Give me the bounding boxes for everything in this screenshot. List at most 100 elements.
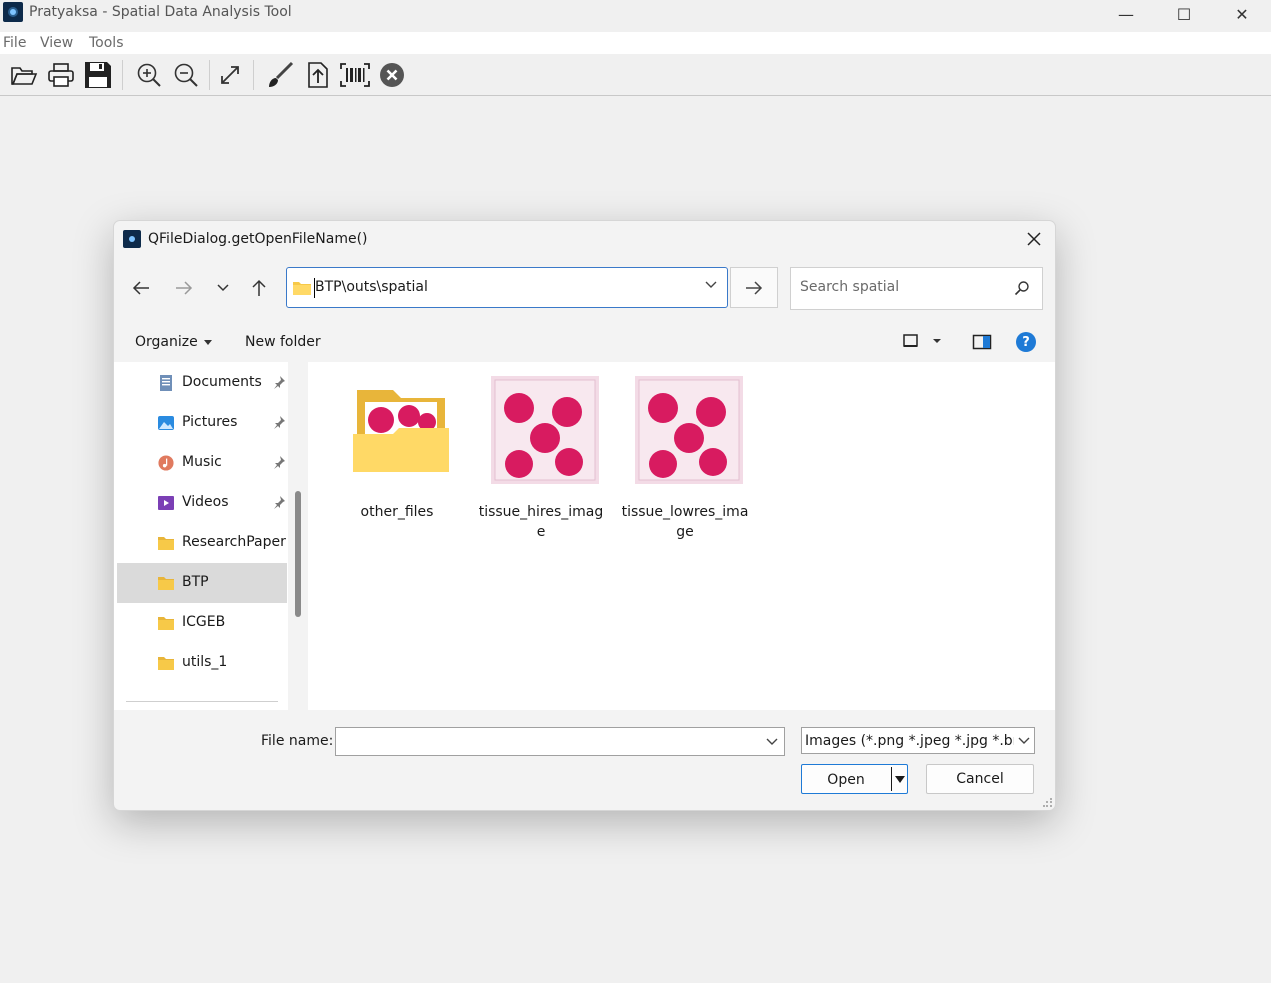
- nav-item-documents[interactable]: Documents: [117, 363, 287, 403]
- arrow-right-icon: [176, 281, 193, 295]
- chevron-down-icon: [203, 339, 212, 345]
- file-item-tissue-hires-image[interactable]: tissue_hires_image: [477, 372, 605, 542]
- organize-button[interactable]: Organize: [135, 334, 212, 350]
- file-list-pane: other_files tissue_hires_image tissue_lo…: [308, 362, 1055, 710]
- nav-label: Documents: [182, 374, 262, 390]
- pin-icon: [274, 376, 285, 389]
- folder-icon: [158, 537, 174, 550]
- save-icon[interactable]: [82, 59, 114, 91]
- up-button[interactable]: [244, 273, 274, 303]
- tissue-image-thumbnail: [491, 376, 599, 484]
- nav-item-icgeb[interactable]: ICGEB: [117, 603, 287, 643]
- menu-tools[interactable]: Tools: [89, 35, 124, 51]
- brush-icon[interactable]: [264, 59, 296, 91]
- nav-label: Videos: [182, 494, 229, 510]
- chevron-down-icon: [217, 284, 229, 292]
- go-button[interactable]: [730, 267, 778, 308]
- dialog-close-button[interactable]: [1017, 223, 1051, 255]
- nav-item-videos[interactable]: Videos: [117, 483, 287, 523]
- nav-item-utils-1[interactable]: utils_1: [117, 643, 287, 683]
- file-name-label: File name:: [261, 733, 334, 749]
- nav-item-pictures[interactable]: Pictures: [117, 403, 287, 443]
- navigation-pane: Documents Pictures Music Videos Research…: [114, 362, 308, 710]
- nav-label: BTP: [182, 574, 209, 590]
- file-label: tissue_lowres_image: [621, 504, 749, 540]
- nav-item-music[interactable]: Music: [117, 443, 287, 483]
- back-button[interactable]: [126, 273, 156, 303]
- address-bar[interactable]: BTP\outs\spatial: [286, 267, 728, 308]
- file-label: other_files: [360, 504, 434, 520]
- search-box[interactable]: [790, 267, 1043, 310]
- file-name-combobox[interactable]: [335, 727, 785, 756]
- help-icon[interactable]: ?: [1016, 332, 1036, 352]
- file-item-tissue-lowres-image[interactable]: tissue_lowres_image: [621, 372, 749, 542]
- pin-icon: [274, 456, 285, 469]
- file-label: tissue_hires_image: [478, 504, 604, 540]
- menu-view[interactable]: View: [40, 35, 73, 51]
- open-folder-icon[interactable]: [8, 59, 40, 91]
- music-icon: [158, 455, 174, 471]
- folder-icon: [158, 577, 174, 590]
- search-icon: [1014, 281, 1029, 296]
- minimize-button[interactable]: —: [1097, 0, 1155, 28]
- nav-label: Pictures: [182, 414, 238, 430]
- main-toolbar: [0, 56, 1271, 96]
- address-path: BTP\outs\spatial: [315, 279, 428, 295]
- pictures-icon: [158, 416, 174, 430]
- dialog-title: QFileDialog.getOpenFileName(): [148, 231, 368, 247]
- organize-label: Organize: [135, 334, 198, 350]
- app-title: Pratyaksa - Spatial Data Analysis Tool: [29, 4, 292, 20]
- documents-icon: [160, 375, 172, 391]
- split-divider: [891, 767, 892, 791]
- chevron-down-icon[interactable]: [1014, 728, 1034, 753]
- zoom-in-icon[interactable]: [133, 59, 165, 91]
- barcode-icon[interactable]: [339, 59, 371, 91]
- close-window-button[interactable]: ✕: [1213, 0, 1271, 28]
- file-type-filter[interactable]: Images (*.png *.jpeg *.jpg *.bmp: [801, 727, 1035, 754]
- folder-icon: [293, 282, 311, 295]
- view-mode-icon[interactable]: [902, 333, 920, 349]
- search-input[interactable]: [800, 279, 1000, 295]
- nav-label: ResearchPaper: [182, 534, 286, 550]
- nav-item-btp[interactable]: BTP: [117, 563, 287, 603]
- toolbar-separator: [209, 60, 210, 90]
- dialog-titlebar: QFileDialog.getOpenFileName(): [114, 221, 1055, 257]
- cancel-button[interactable]: Cancel: [926, 764, 1034, 794]
- close-icon: [1027, 232, 1041, 246]
- app-logo-icon: [3, 2, 23, 22]
- recent-locations-button[interactable]: [208, 273, 238, 303]
- chevron-down-icon[interactable]: [766, 737, 778, 747]
- resize-grip-icon[interactable]: [1043, 798, 1053, 808]
- preview-pane-icon[interactable]: [972, 334, 992, 350]
- toolbar-separator: [122, 60, 123, 90]
- open-dropdown-icon[interactable]: [895, 776, 905, 783]
- menu-file[interactable]: File: [3, 35, 26, 51]
- file-name-input[interactable]: [342, 733, 752, 749]
- maximize-button[interactable]: ☐: [1155, 0, 1213, 28]
- app-titlebar: Pratyaksa - Spatial Data Analysis Tool —…: [0, 0, 1271, 28]
- print-icon[interactable]: [45, 59, 77, 91]
- pin-icon: [274, 416, 285, 429]
- toolbar-separator: [253, 60, 254, 90]
- file-item-other-files[interactable]: other_files: [333, 372, 461, 542]
- chevron-down-icon[interactable]: [705, 280, 717, 290]
- fit-screen-icon[interactable]: [214, 59, 246, 91]
- nav-scrollbar-thumb[interactable]: [295, 491, 301, 617]
- close-circle-icon[interactable]: [376, 59, 408, 91]
- nav-item-researchpaper[interactable]: ResearchPaper: [117, 523, 287, 563]
- file-type-filter-value: Images (*.png *.jpeg *.jpg *.bmp: [805, 733, 1035, 749]
- chevron-down-icon[interactable]: [932, 337, 942, 345]
- menubar: File View Tools: [0, 32, 1271, 54]
- nav-label: utils_1: [182, 654, 228, 670]
- pin-icon: [274, 496, 285, 509]
- divider: [126, 701, 278, 702]
- tissue-image-thumbnail: [635, 376, 743, 484]
- new-folder-button[interactable]: New folder: [245, 334, 321, 350]
- folder-icon: [353, 390, 449, 472]
- zoom-out-icon[interactable]: [170, 59, 202, 91]
- folder-icon: [158, 657, 174, 670]
- export-icon[interactable]: [302, 59, 334, 91]
- open-button[interactable]: Open: [801, 764, 908, 794]
- arrow-right-icon: [746, 280, 763, 295]
- forward-button[interactable]: [169, 273, 199, 303]
